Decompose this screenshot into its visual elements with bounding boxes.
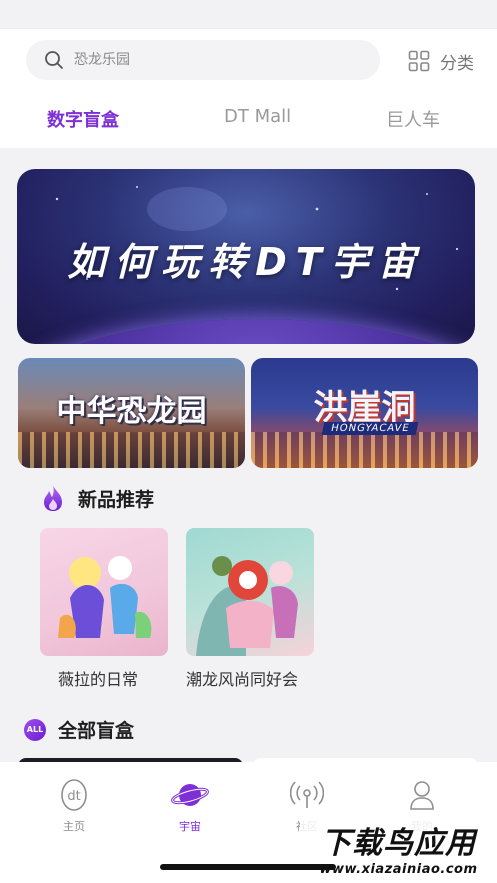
nav-item-universe[interactable]: 宇宙 (155, 778, 225, 834)
watermark-title: 下载鸟应用 (321, 826, 476, 861)
dt-home-icon: dt (61, 779, 87, 811)
all-boxes-heading: ALL 全部盲盒 (24, 716, 134, 743)
nav-item-home[interactable]: dt 主页 (39, 778, 109, 834)
search-input[interactable] (74, 52, 354, 68)
nav-label-universe: 宇宙 (179, 820, 201, 833)
product-name: 潮龙风尚同好会 (186, 670, 299, 689)
banner-title: 如何玩转DT宇宙 (67, 240, 425, 284)
tab-giant-car[interactable]: 巨人车 (386, 106, 440, 132)
broadcast-icon (290, 781, 324, 808)
product-image (186, 528, 314, 656)
home-indicator[interactable] (160, 864, 336, 870)
top-tabs: 数字盲盒 DT Mall 巨人车 (0, 90, 497, 148)
user-icon (410, 781, 434, 810)
product-name: 薇拉的日常 (58, 670, 139, 689)
search-icon (45, 51, 63, 69)
dinosaur-park-banner[interactable]: 中华恐龙园 (18, 358, 245, 468)
product-image (40, 528, 168, 656)
tab-digital-blind-box[interactable]: 数字盲盒 (47, 106, 119, 132)
hongya-cave-banner[interactable]: 洪崖洞 HONGYACAVE (251, 358, 478, 468)
all-boxes-title: 全部盲盒 (58, 720, 135, 742)
svg-text:dt: dt (67, 789, 80, 804)
grid-icon (408, 50, 430, 72)
tab-dt-mall[interactable]: DT Mall (224, 106, 291, 127)
new-products-title: 新品推荐 (78, 488, 155, 511)
flame-icon (44, 485, 62, 511)
category-label: 分类 (440, 53, 474, 74)
planet-icon (171, 784, 209, 806)
hongya-cave-caption: HONGYACAVE (321, 422, 419, 435)
dinosaur-park-title: 中华恐龙园 (56, 394, 207, 429)
category-button[interactable]: 分类 (408, 48, 474, 74)
nav-label-home: 主页 (63, 820, 85, 833)
main-banner[interactable]: 如何玩转DT宇宙 (17, 169, 475, 344)
new-products-heading: 新品推荐 (40, 484, 154, 512)
city-lights-decoration (251, 432, 478, 468)
search-box[interactable] (26, 40, 380, 80)
park-lights-decoration (18, 432, 245, 468)
watermark-url: www.xiazainiao.com (319, 862, 478, 877)
all-badge-icon: ALL (24, 718, 46, 741)
watermark: 下载鸟应用 www.xiazainiao.com (300, 812, 497, 883)
product-card[interactable]: 潮龙风尚同好会 (186, 528, 314, 690)
product-card[interactable]: 薇拉的日常 (40, 528, 168, 690)
top-bar: 分类 (0, 28, 497, 90)
